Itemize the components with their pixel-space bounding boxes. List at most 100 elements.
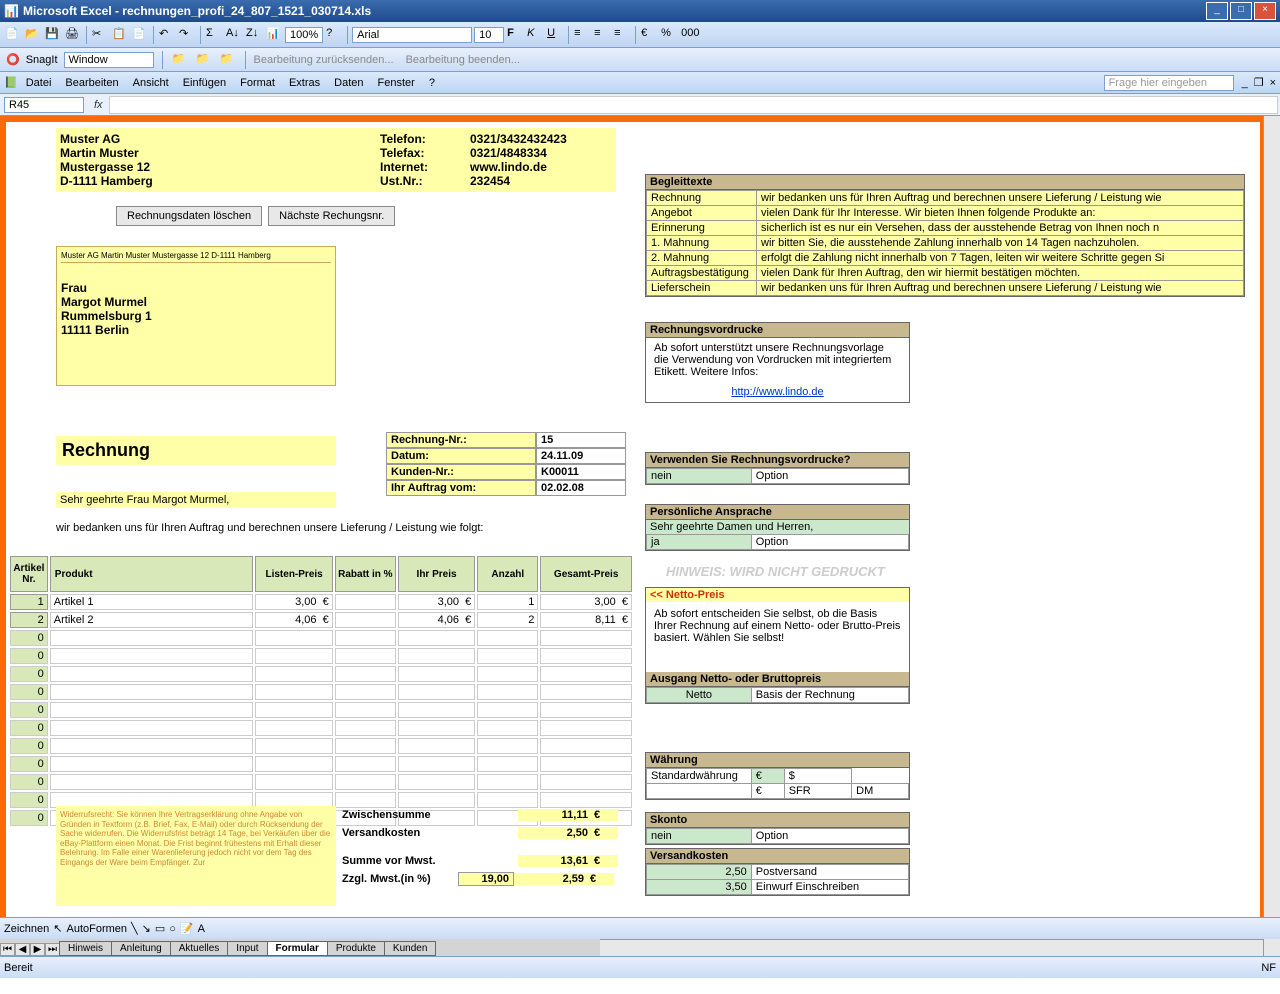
folder-icon[interactable]: 📁 — [195, 51, 213, 69]
close-button[interactable]: × — [1254, 2, 1276, 20]
item-row[interactable]: 0 — [10, 702, 632, 718]
doc-restore[interactable]: ❐ — [1254, 76, 1264, 89]
save-icon[interactable]: 💾 — [44, 26, 62, 44]
item-row[interactable]: 0 — [10, 630, 632, 646]
oval-icon[interactable]: ○ — [169, 923, 176, 935]
ansprache-value[interactable]: Sehr geehrte Damen und Herren, — [646, 520, 909, 534]
folder-icon[interactable]: 📁 — [219, 51, 237, 69]
italic-icon[interactable]: K — [526, 26, 544, 44]
snagit-profile[interactable]: Window — [64, 52, 154, 68]
invoice-nr[interactable]: 15 — [536, 432, 626, 448]
menu-einfuegen[interactable]: Einfügen — [177, 75, 232, 91]
item-row[interactable]: 0 — [10, 648, 632, 664]
begleit-row[interactable]: 1. Mahnungwir bitten Sie, die ausstehend… — [647, 236, 1244, 251]
wordart-icon[interactable]: A — [198, 923, 205, 935]
vertical-scrollbar[interactable] — [1263, 116, 1280, 956]
sort-asc-icon[interactable]: A↓ — [225, 26, 243, 44]
folder-icon[interactable]: 📁 — [171, 51, 189, 69]
menu-extras[interactable]: Extras — [283, 75, 326, 91]
tab-next-icon[interactable]: ▶ — [30, 943, 45, 956]
snagit-icon[interactable]: ⭕ — [6, 53, 20, 66]
item-row[interactable]: 1Artikel 13,00 €3,00 €13,00 € — [10, 594, 632, 610]
horizontal-scrollbar[interactable] — [600, 939, 1263, 956]
formula-input[interactable] — [109, 96, 1278, 114]
tab-last-icon[interactable]: ⏭ — [45, 943, 60, 956]
item-row[interactable]: 0 — [10, 738, 632, 754]
menu-bearbeiten[interactable]: Bearbeiten — [59, 75, 124, 91]
align-right-icon[interactable]: ≡ — [613, 26, 631, 44]
item-row[interactable]: 2Artikel 24,06 €4,06 €28,11 € — [10, 612, 632, 628]
vordrucke-link[interactable]: http://www.lindo.de — [731, 386, 823, 398]
menu-datei[interactable]: Datei — [20, 75, 58, 91]
doc-minimize[interactable]: _ — [1242, 77, 1248, 89]
review-end[interactable]: Bearbeitung beenden... — [406, 54, 520, 66]
thousands-icon[interactable]: 000 — [680, 26, 698, 44]
minimize-button[interactable]: _ — [1206, 2, 1228, 20]
sort-desc-icon[interactable]: Z↓ — [245, 26, 263, 44]
netto-answer[interactable]: Netto — [647, 688, 752, 703]
tab-kunden[interactable]: Kunden — [384, 941, 436, 956]
ansprache-answer[interactable]: ja — [647, 535, 752, 550]
customer-nr[interactable]: K00011 — [536, 464, 626, 480]
sum-icon[interactable]: Σ — [205, 26, 223, 44]
item-row[interactable]: 0 — [10, 720, 632, 736]
doc-close[interactable]: × — [1270, 77, 1276, 89]
autoshapes-menu[interactable]: AutoFormen — [66, 923, 127, 935]
redo-icon[interactable]: ↷ — [178, 26, 196, 44]
align-left-icon[interactable]: ≡ — [573, 26, 591, 44]
begleit-row[interactable]: Auftragsbestätigungvielen Dank für Ihren… — [647, 266, 1244, 281]
menu-format[interactable]: Format — [234, 75, 281, 91]
item-row[interactable]: 0 — [10, 774, 632, 790]
font-size-box[interactable]: 10 — [474, 27, 504, 43]
menu-help[interactable]: ? — [423, 75, 441, 91]
item-row[interactable]: 0 — [10, 756, 632, 772]
vordrucke-answer[interactable]: nein — [647, 469, 752, 484]
zoom-box[interactable]: 100% — [285, 27, 323, 43]
begleit-row[interactable]: Angebotvielen Dank für Ihr Interesse. Wi… — [647, 206, 1244, 221]
item-row[interactable]: 0 — [10, 666, 632, 682]
menu-fenster[interactable]: Fenster — [372, 75, 421, 91]
select-icon[interactable]: ↖ — [53, 922, 62, 935]
menu-ansicht[interactable]: Ansicht — [127, 75, 175, 91]
ask-question-box[interactable]: Frage hier eingeben — [1104, 75, 1234, 91]
tab-anleitung[interactable]: Anleitung — [111, 941, 171, 956]
versand-price-2[interactable]: 3,50 — [647, 880, 752, 895]
versand-price-1[interactable]: 2,50 — [647, 865, 752, 880]
help-icon[interactable]: ? — [325, 26, 343, 44]
begleit-row[interactable]: Rechnungwir bedanken uns für Ihren Auftr… — [647, 191, 1244, 206]
excel-doc-icon[interactable]: 📗 — [4, 76, 18, 89]
copy-icon[interactable]: 📋 — [111, 26, 129, 44]
tab-hinweis[interactable]: Hinweis — [59, 941, 112, 956]
tab-produkte[interactable]: Produkte — [327, 941, 385, 956]
begleit-row[interactable]: Lieferscheinwir bedanken uns für Ihren A… — [647, 281, 1244, 296]
next-invoice-button[interactable]: Nächste Rechungsnr. — [268, 206, 395, 226]
percent-icon[interactable]: % — [660, 26, 678, 44]
arrow-icon[interactable]: ↘ — [142, 922, 151, 935]
bold-icon[interactable]: F — [506, 26, 524, 44]
tab-formular[interactable]: Formular — [267, 941, 328, 956]
order-date[interactable]: 02.02.08 — [536, 480, 626, 496]
print-icon[interactable]: 🖨 — [64, 26, 82, 44]
date-value[interactable]: 24.11.09 — [536, 448, 626, 464]
undo-icon[interactable]: ↶ — [158, 26, 176, 44]
currency-eur[interactable]: € — [751, 769, 784, 784]
tab-prev-icon[interactable]: ◀ — [15, 943, 30, 956]
draw-menu[interactable]: Zeichnen — [4, 923, 49, 935]
sheet-content[interactable]: Muster AGTelefon:0321/3432432423 Martin … — [6, 122, 1260, 938]
tab-input[interactable]: Input — [227, 941, 267, 956]
tab-first-icon[interactable]: ⏮ — [0, 943, 15, 956]
textbox-icon[interactable]: 📝 — [180, 922, 194, 935]
begleit-row[interactable]: Erinnerungsicherlich ist es nur ein Vers… — [647, 221, 1244, 236]
review-send[interactable]: Bearbeitung zurücksenden... — [254, 54, 394, 66]
fx-icon[interactable]: fx — [88, 99, 109, 111]
begleit-row[interactable]: 2. Mahnungerfolgt die Zahlung nicht inne… — [647, 251, 1244, 266]
mwst-pct[interactable]: 19,00 — [458, 872, 514, 886]
skonto-answer[interactable]: nein — [647, 829, 752, 844]
currency-icon[interactable]: € — [640, 26, 658, 44]
item-row[interactable]: 0 — [10, 684, 632, 700]
paste-icon[interactable]: 📄 — [131, 26, 149, 44]
line-icon[interactable]: ╲ — [131, 922, 138, 935]
menu-daten[interactable]: Daten — [328, 75, 369, 91]
new-icon[interactable]: 📄 — [4, 26, 22, 44]
name-box[interactable]: R45 — [4, 97, 84, 113]
